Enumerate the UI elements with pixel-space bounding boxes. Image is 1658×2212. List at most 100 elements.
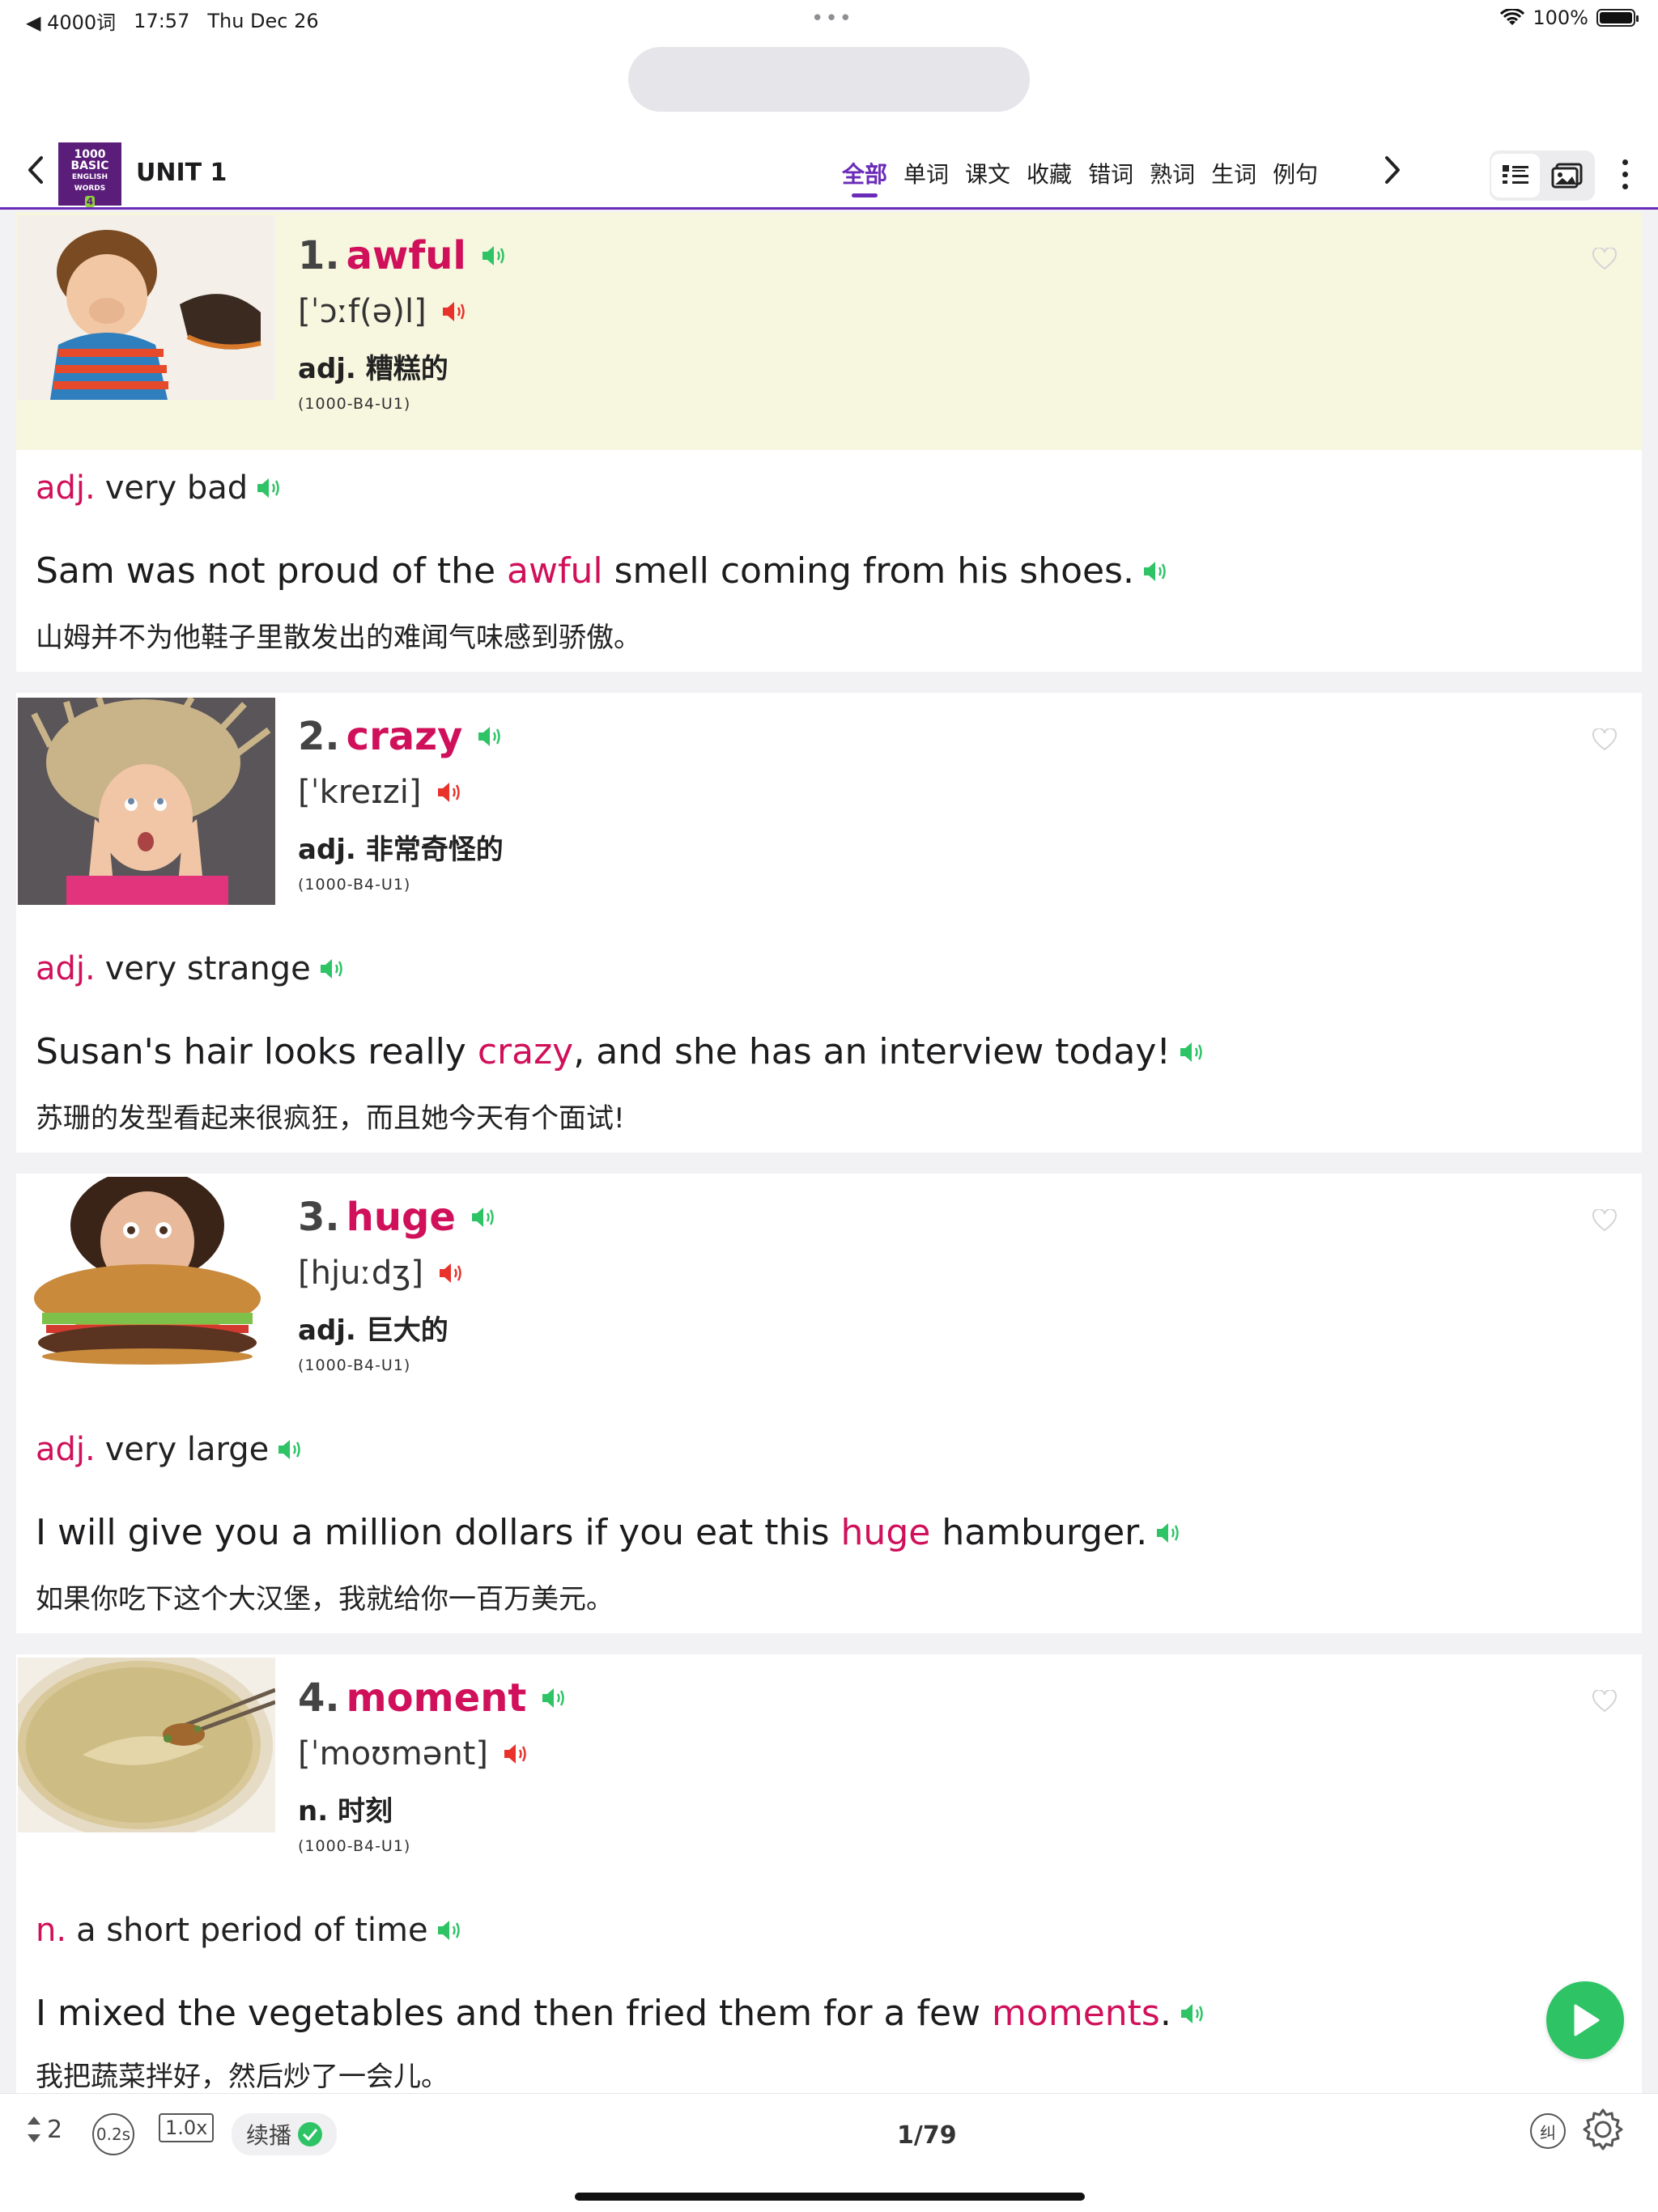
more-options-button[interactable]	[1613, 146, 1637, 202]
word-image-huge[interactable]	[18, 1177, 275, 1365]
next-unit-button[interactable]	[1376, 146, 1409, 194]
keyword: crazy	[477, 1031, 574, 1072]
tab-wrong-words[interactable]: 错词	[1088, 157, 1133, 197]
image-view-button[interactable]	[1543, 154, 1592, 197]
word-image-awful[interactable]	[18, 215, 275, 400]
keyword: moments	[992, 1993, 1160, 2034]
continue-play-toggle[interactable]: 续播	[232, 2113, 338, 2155]
word-headline: 4. moment	[298, 1675, 568, 1721]
correction-button[interactable]: 纠	[1530, 2113, 1566, 2149]
list-view-button[interactable]	[1491, 154, 1540, 197]
phonetic-text: [ˈmoʊmənt]	[298, 1735, 488, 1773]
example-sentence: I mixed the vegetables and then fried th…	[36, 1993, 1207, 2034]
example-sentence: Susan's hair looks really crazy, and she…	[36, 1031, 1206, 1072]
phonetic-line: [hjuːdʒ]	[298, 1255, 466, 1292]
chinese-meaning: adj. 巨大的	[298, 1314, 449, 1347]
speaker-icon[interactable]	[470, 1205, 498, 1229]
sentence-translation: 如果你吃下这个大汉堡，我就给你一百万美元。	[36, 1583, 614, 1615]
phonetic-speaker-icon[interactable]	[438, 1261, 466, 1285]
definition-line: adj. very strange	[36, 950, 346, 987]
tab-favorites[interactable]: 收藏	[1027, 157, 1072, 197]
chevron-left-icon	[28, 156, 43, 184]
sentence-translation: 我把蔬菜拌好，然后炒了一会儿。	[36, 2061, 449, 2093]
back-button[interactable]	[19, 146, 52, 194]
speaker-icon[interactable]	[1155, 1521, 1183, 1545]
word-headline: 3. huge	[298, 1195, 498, 1240]
speaker-icon[interactable]	[477, 724, 504, 749]
source-label: (1000-B4-U1)	[298, 395, 411, 413]
phonetic-speaker-icon[interactable]	[436, 780, 464, 805]
wifi-icon	[1500, 9, 1525, 25]
heart-icon[interactable]	[1592, 727, 1618, 754]
speaker-icon[interactable]	[1142, 559, 1170, 584]
heart-icon[interactable]	[1592, 246, 1618, 274]
part-of-speech: n.	[36, 1912, 67, 1949]
definition-line: n. a short period of time	[36, 1912, 464, 1949]
tab-all[interactable]: 全部	[842, 157, 887, 197]
word-card[interactable]: 1. awful [ˈɔːf(ə)l] adj. 糟糕的 (1000-B4-U1…	[16, 212, 1642, 672]
tab-text[interactable]: 课文	[965, 157, 1010, 197]
chinese-meaning: adj. 糟糕的	[298, 353, 449, 385]
tab-bar: 全部 单词 课文 收藏 错词 熟词 生词 例句	[842, 157, 1318, 197]
speaker-icon[interactable]	[1179, 1040, 1206, 1064]
play-button[interactable]	[1546, 1981, 1624, 2059]
word-card[interactable]: 2. crazy [ˈkreɪzi] adj. 非常奇怪的 (1000-B4-U…	[16, 693, 1642, 1153]
word-image-moment[interactable]	[18, 1658, 275, 1832]
word-number: 4.	[298, 1675, 340, 1721]
phonetic-text: [ˈɔːf(ə)l]	[298, 293, 427, 330]
speaker-icon[interactable]	[541, 1686, 568, 1710]
example-sentence: I will give you a million dollars if you…	[36, 1512, 1183, 1553]
word-text: awful	[346, 233, 466, 278]
speaker-icon[interactable]	[1180, 2002, 1207, 2026]
speaker-icon[interactable]	[436, 1918, 464, 1942]
phonetic-line: [ˈkreɪzi]	[298, 774, 464, 811]
sentence-translation: 山姆并不为他鞋子里散发出的难闻气味感到骄傲。	[36, 622, 641, 654]
word-text: crazy	[346, 714, 463, 759]
word-image-crazy[interactable]	[18, 698, 275, 905]
phonetic-speaker-icon[interactable]	[503, 1742, 530, 1766]
keyword: huge	[840, 1512, 931, 1553]
tab-words[interactable]: 单词	[903, 157, 949, 197]
speaker-icon[interactable]	[481, 244, 508, 268]
heart-icon[interactable]	[1592, 1208, 1618, 1235]
heart-icon[interactable]	[1592, 1688, 1618, 1716]
repeat-count-button[interactable]: 2	[24, 2113, 62, 2146]
nav-row: 1000 BASIC ENGLISH WORDS 4 UNIT 1 全部 单词 …	[0, 128, 1658, 209]
tab-familiar-words[interactable]: 熟词	[1150, 157, 1195, 197]
word-headline: 1. awful	[298, 233, 508, 278]
speaker-icon[interactable]	[319, 957, 346, 981]
search-pill[interactable]	[628, 47, 1030, 112]
tab-new-words[interactable]: 生词	[1211, 157, 1256, 197]
word-card[interactable]: 4. moment [ˈmoʊmənt] n. 时刻 (1000-B4-U1) …	[16, 1654, 1642, 2093]
speaker-icon[interactable]	[277, 1437, 304, 1462]
source-label: (1000-B4-U1)	[298, 1356, 411, 1374]
tab-examples[interactable]: 例句	[1273, 157, 1318, 197]
speaker-icon[interactable]	[256, 476, 283, 500]
phonetic-speaker-icon[interactable]	[441, 299, 469, 324]
multitask-dots[interactable]: •••	[811, 6, 853, 31]
chinese-meaning: n. 时刻	[298, 1795, 393, 1828]
interval-button[interactable]: 0.2s	[92, 2113, 134, 2155]
word-headline: 2. crazy	[298, 714, 504, 759]
definition-text: a short period of time	[76, 1912, 428, 1949]
keyword: awful	[507, 550, 603, 592]
back-to-app-link[interactable]: ◀ 4000词	[26, 6, 116, 35]
settings-button[interactable]	[1580, 2107, 1626, 2152]
image-gallery-icon	[1551, 163, 1583, 189]
book-cover[interactable]: 1000 BASIC ENGLISH WORDS 4	[58, 142, 121, 207]
gear-icon	[1583, 2108, 1623, 2150]
status-date: Thu Dec 26	[207, 9, 319, 32]
phonetic-line: [ˈɔːf(ə)l]	[298, 293, 469, 330]
speed-button[interactable]: 1.0x	[159, 2113, 215, 2142]
home-indicator[interactable]	[575, 2193, 1085, 2201]
bottom-toolbar: 2 0.2s 1.0x 续播 1/79 纠	[0, 2093, 1658, 2212]
definition-line: adj. very bad	[36, 469, 283, 507]
list-icon	[1503, 165, 1528, 184]
word-text: huge	[346, 1195, 456, 1240]
chinese-meaning: adj. 非常奇怪的	[298, 834, 504, 866]
check-icon	[298, 2122, 323, 2146]
word-number: 1.	[298, 233, 340, 278]
part-of-speech: adj.	[36, 950, 96, 987]
play-icon	[1574, 2004, 1600, 2036]
word-card[interactable]: 3. huge [hjuːdʒ] adj. 巨大的 (1000-B4-U1) a…	[16, 1174, 1642, 1633]
